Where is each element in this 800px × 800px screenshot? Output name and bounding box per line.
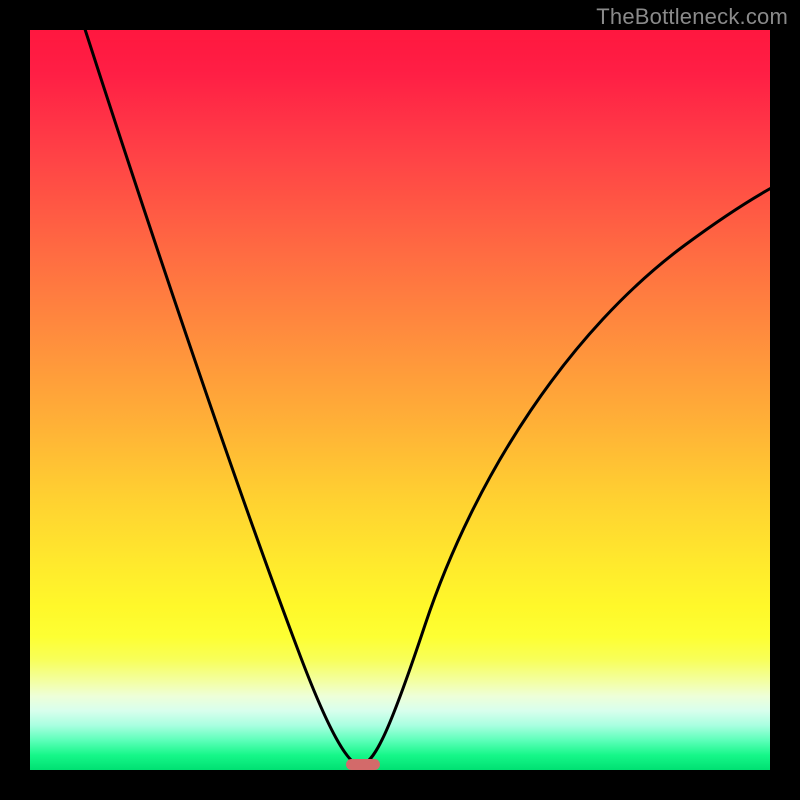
curve-path bbox=[82, 30, 770, 765]
bottleneck-curve bbox=[30, 30, 770, 770]
chart-frame: TheBottleneck.com bbox=[0, 0, 800, 800]
vertex-marker bbox=[346, 759, 380, 770]
watermark-text: TheBottleneck.com bbox=[596, 4, 788, 30]
plot-area bbox=[30, 30, 770, 770]
